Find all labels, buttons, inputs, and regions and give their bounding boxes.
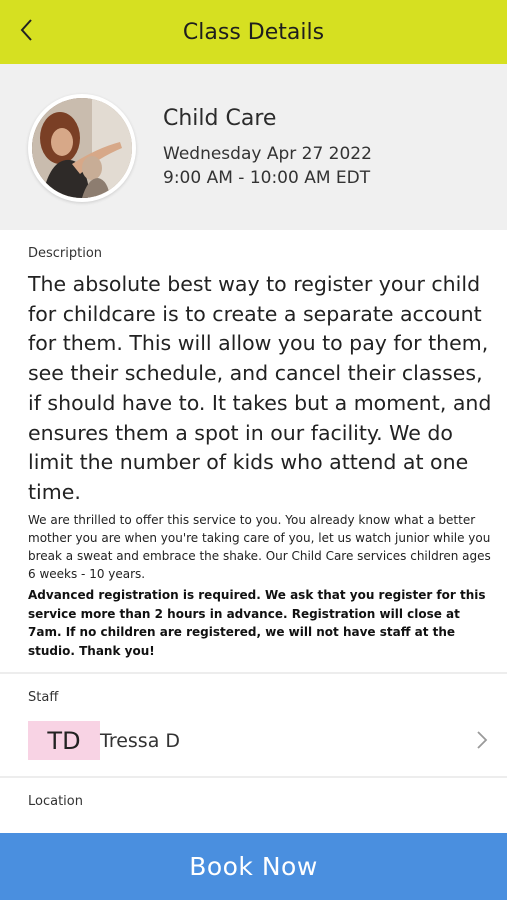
book-now-button[interactable]: Book Now <box>0 833 507 900</box>
back-button[interactable] <box>10 12 42 48</box>
staff-name: Tressa D <box>100 730 181 752</box>
class-name: Child Care <box>163 106 277 131</box>
class-avatar <box>28 94 136 202</box>
page-title: Class Details <box>182 19 325 45</box>
divider <box>0 776 507 778</box>
header-bar: Class Details <box>0 0 507 64</box>
class-date: Wednesday Apr 27 2022 <box>163 144 372 164</box>
description-body-text: We are thrilled to offer this service to… <box>28 513 491 581</box>
location-label: Location <box>28 794 83 809</box>
photo-illustration <box>32 98 132 198</box>
class-time: 9:00 AM - 10:00 AM EDT <box>163 168 371 188</box>
class-summary-card: Child Care Wednesday Apr 27 2022 9:00 AM… <box>0 64 507 230</box>
chevron-left-icon <box>20 19 32 41</box>
description-label: Description <box>28 246 103 261</box>
instructor-photo <box>32 98 132 198</box>
description-main-text: The absolute best way to register your c… <box>28 272 492 504</box>
description-notice-text: Advanced registration is required. We as… <box>28 588 486 658</box>
staff-label: Staff <box>28 690 59 705</box>
staff-row[interactable]: TD Tressa D <box>0 712 507 768</box>
chevron-right-icon <box>472 728 492 752</box>
divider <box>0 672 507 674</box>
staff-initials-avatar: TD <box>28 721 100 760</box>
